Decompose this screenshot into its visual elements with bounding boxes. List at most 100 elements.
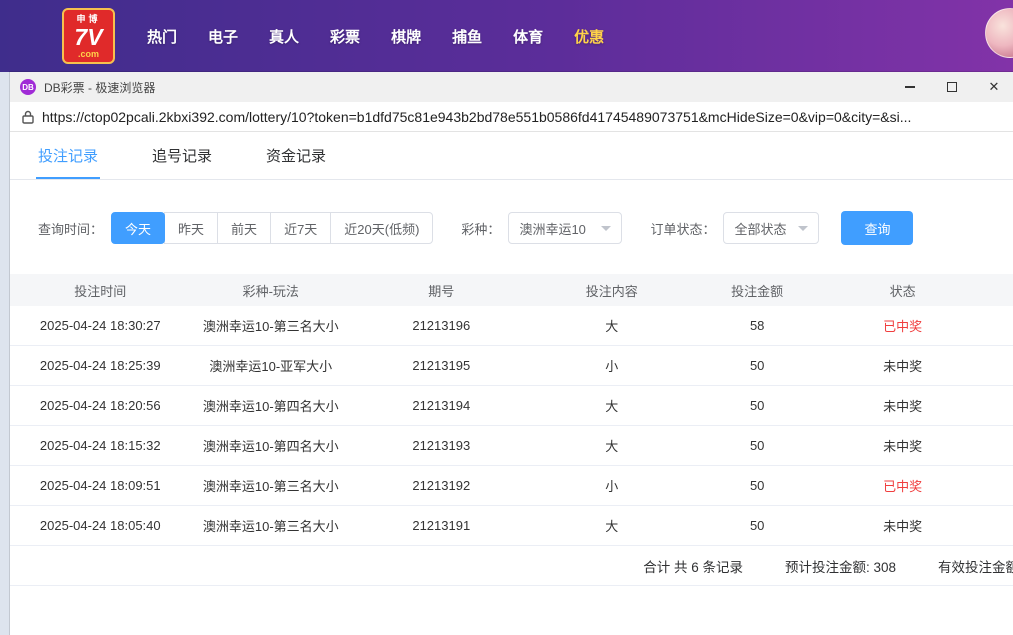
minimize-button[interactable] — [903, 80, 917, 94]
cell: 澳洲幸运10-亚军大小 — [191, 356, 351, 375]
cell: 未中奖 — [822, 516, 982, 535]
cell: 58 — [692, 318, 822, 333]
cell: 21213196 — [351, 318, 532, 333]
maximize-icon — [947, 82, 957, 92]
cell: 大 — [532, 436, 692, 455]
summary-total: 合计 共 6 条记录 — [643, 556, 743, 576]
table-row: 2025-04-24 18:30:27澳洲幸运10-第三名大小21213196大… — [10, 306, 1013, 346]
lock-icon — [22, 110, 34, 124]
cell: 澳洲幸运10-第四名大小 — [191, 396, 351, 415]
menu-item-电子[interactable]: 电子 — [208, 26, 238, 47]
bet-record-table: 投注时间彩种-玩法期号投注内容投注金额状态 2025-04-24 18:30:2… — [10, 274, 1013, 586]
cell: 未中奖 — [822, 396, 982, 415]
table-row: 2025-04-24 18:15:32澳洲幸运10-第四名大小21213193大… — [10, 426, 1013, 466]
cell: 未中奖 — [822, 356, 982, 375]
cell: 50 — [692, 518, 822, 533]
menu-item-热门[interactable]: 热门 — [147, 26, 177, 47]
cell: 大 — [532, 396, 692, 415]
cell: 2025-04-24 18:25:39 — [10, 358, 191, 373]
search-button[interactable]: 查询 — [841, 211, 913, 245]
site-topbar: 申博 7V .com 热门 电子 真人 彩票 棋牌 捕鱼 体育 优惠 — [0, 0, 1013, 72]
logo-bottom-text: .com — [78, 49, 99, 59]
site-logo[interactable]: 申博 7V .com — [62, 8, 115, 64]
tab-追号记录[interactable]: 追号记录 — [152, 132, 212, 179]
window-title: DB彩票 - 极速浏览器 — [44, 79, 155, 96]
cell: 50 — [692, 438, 822, 453]
cell: 2025-04-24 18:20:56 — [10, 398, 191, 413]
cell: 50 — [692, 358, 822, 373]
cell: 澳洲幸运10-第三名大小 — [191, 316, 351, 335]
chevron-down-icon — [798, 226, 808, 231]
order-status-select[interactable]: 全部状态 — [723, 212, 819, 244]
user-avatar[interactable] — [985, 8, 1013, 58]
cell: 21213191 — [351, 518, 532, 533]
url-text: https://ctop02pcali.2kbxi392.com/lottery… — [42, 109, 911, 125]
cell: 澳洲幸运10-第三名大小 — [191, 476, 351, 495]
column-header: 期号 — [351, 281, 532, 300]
browser-favicon-icon: DB — [20, 79, 36, 95]
summary-valid-amount: 有效投注金额 — [938, 556, 1013, 576]
filter-bar: 查询时间： 今天昨天前天近7天近20天(低频) 彩种： 澳洲幸运10 订单状态：… — [10, 210, 1013, 246]
table-body: 2025-04-24 18:30:27澳洲幸运10-第三名大小21213196大… — [10, 306, 1013, 546]
menu-item-棋牌[interactable]: 棋牌 — [391, 26, 421, 47]
table-row: 2025-04-24 18:09:51澳洲幸运10-第三名大小21213192小… — [10, 466, 1013, 506]
summary-expected-amount: 预计投注金额: 308 — [785, 556, 896, 576]
menu-item-体育[interactable]: 体育 — [513, 26, 543, 47]
time-filter-label: 查询时间： — [38, 219, 103, 238]
logo-main-text: 7V — [74, 25, 102, 49]
menu-item-捕鱼[interactable]: 捕鱼 — [452, 26, 482, 47]
cell: 已中奖 — [822, 316, 982, 335]
table-header-row: 投注时间彩种-玩法期号投注内容投注金额状态 — [10, 274, 1013, 306]
cell: 澳洲幸运10-第四名大小 — [191, 436, 351, 455]
page-content: 投注记录 追号记录 资金记录 查询时间： 今天昨天前天近7天近20天(低频) 彩种：… — [10, 132, 1013, 635]
table-row: 2025-04-24 18:25:39澳洲幸运10-亚军大小21213195小5… — [10, 346, 1013, 386]
time-filter-近20天(低频)[interactable]: 近20天(低频) — [330, 212, 433, 244]
time-filter-昨天[interactable]: 昨天 — [164, 212, 218, 244]
menu-item-真人[interactable]: 真人 — [269, 26, 299, 47]
window-titlebar[interactable]: DB DB彩票 - 极速浏览器 ✕ — [10, 72, 1013, 102]
lottery-label: 彩种： — [461, 219, 500, 238]
window-controls: ✕ — [903, 72, 1001, 102]
maximize-button[interactable] — [945, 80, 959, 94]
cell: 2025-04-24 18:05:40 — [10, 518, 191, 533]
cell: 大 — [532, 516, 692, 535]
column-header: 投注金额 — [692, 281, 822, 300]
logo-top-text: 申博 — [76, 14, 100, 25]
time-filter-近7天[interactable]: 近7天 — [270, 212, 331, 244]
time-filter-前天[interactable]: 前天 — [217, 212, 271, 244]
record-tabs: 投注记录 追号记录 资金记录 — [10, 132, 1013, 180]
cell: 50 — [692, 398, 822, 413]
cell: 大 — [532, 316, 692, 335]
cell: 澳洲幸运10-第三名大小 — [191, 516, 351, 535]
menu-item-优惠[interactable]: 优惠 — [574, 26, 604, 47]
url-bar[interactable]: https://ctop02pcali.2kbxi392.com/lottery… — [10, 102, 1013, 132]
cell: 21213193 — [351, 438, 532, 453]
time-filter-今天[interactable]: 今天 — [111, 212, 165, 244]
cell: 2025-04-24 18:30:27 — [10, 318, 191, 333]
cell: 未中奖 — [822, 436, 982, 455]
tab-资金记录[interactable]: 资金记录 — [266, 132, 326, 179]
cell: 50 — [692, 478, 822, 493]
cell: 小 — [532, 356, 692, 375]
browser-window: DB DB彩票 - 极速浏览器 ✕ https://ctop02pcali.2k… — [10, 72, 1013, 635]
tab-投注记录[interactable]: 投注记录 — [38, 132, 98, 179]
minimize-icon — [905, 86, 915, 88]
menu-item-彩票[interactable]: 彩票 — [330, 26, 360, 47]
cell: 2025-04-24 18:09:51 — [10, 478, 191, 493]
lottery-select[interactable]: 澳洲幸运10 — [508, 212, 622, 244]
table-row: 2025-04-24 18:20:56澳洲幸运10-第四名大小21213194大… — [10, 386, 1013, 426]
cell: 21213195 — [351, 358, 532, 373]
cell: 2025-04-24 18:15:32 — [10, 438, 191, 453]
chevron-down-icon — [601, 226, 611, 231]
table-row: 2025-04-24 18:05:40澳洲幸运10-第三名大小21213191大… — [10, 506, 1013, 546]
column-header: 投注时间 — [10, 281, 191, 300]
lottery-select-value: 澳洲幸运10 — [519, 219, 585, 238]
cell: 已中奖 — [822, 476, 982, 495]
order-status-label: 订单状态： — [650, 219, 715, 238]
close-button[interactable]: ✕ — [987, 80, 1001, 94]
order-status-value: 全部状态 — [734, 219, 786, 238]
cell: 21213194 — [351, 398, 532, 413]
column-header: 彩种-玩法 — [191, 281, 351, 300]
cell: 21213192 — [351, 478, 532, 493]
table-summary-row: 合计 共 6 条记录 预计投注金额: 308 有效投注金额 — [10, 546, 1013, 586]
